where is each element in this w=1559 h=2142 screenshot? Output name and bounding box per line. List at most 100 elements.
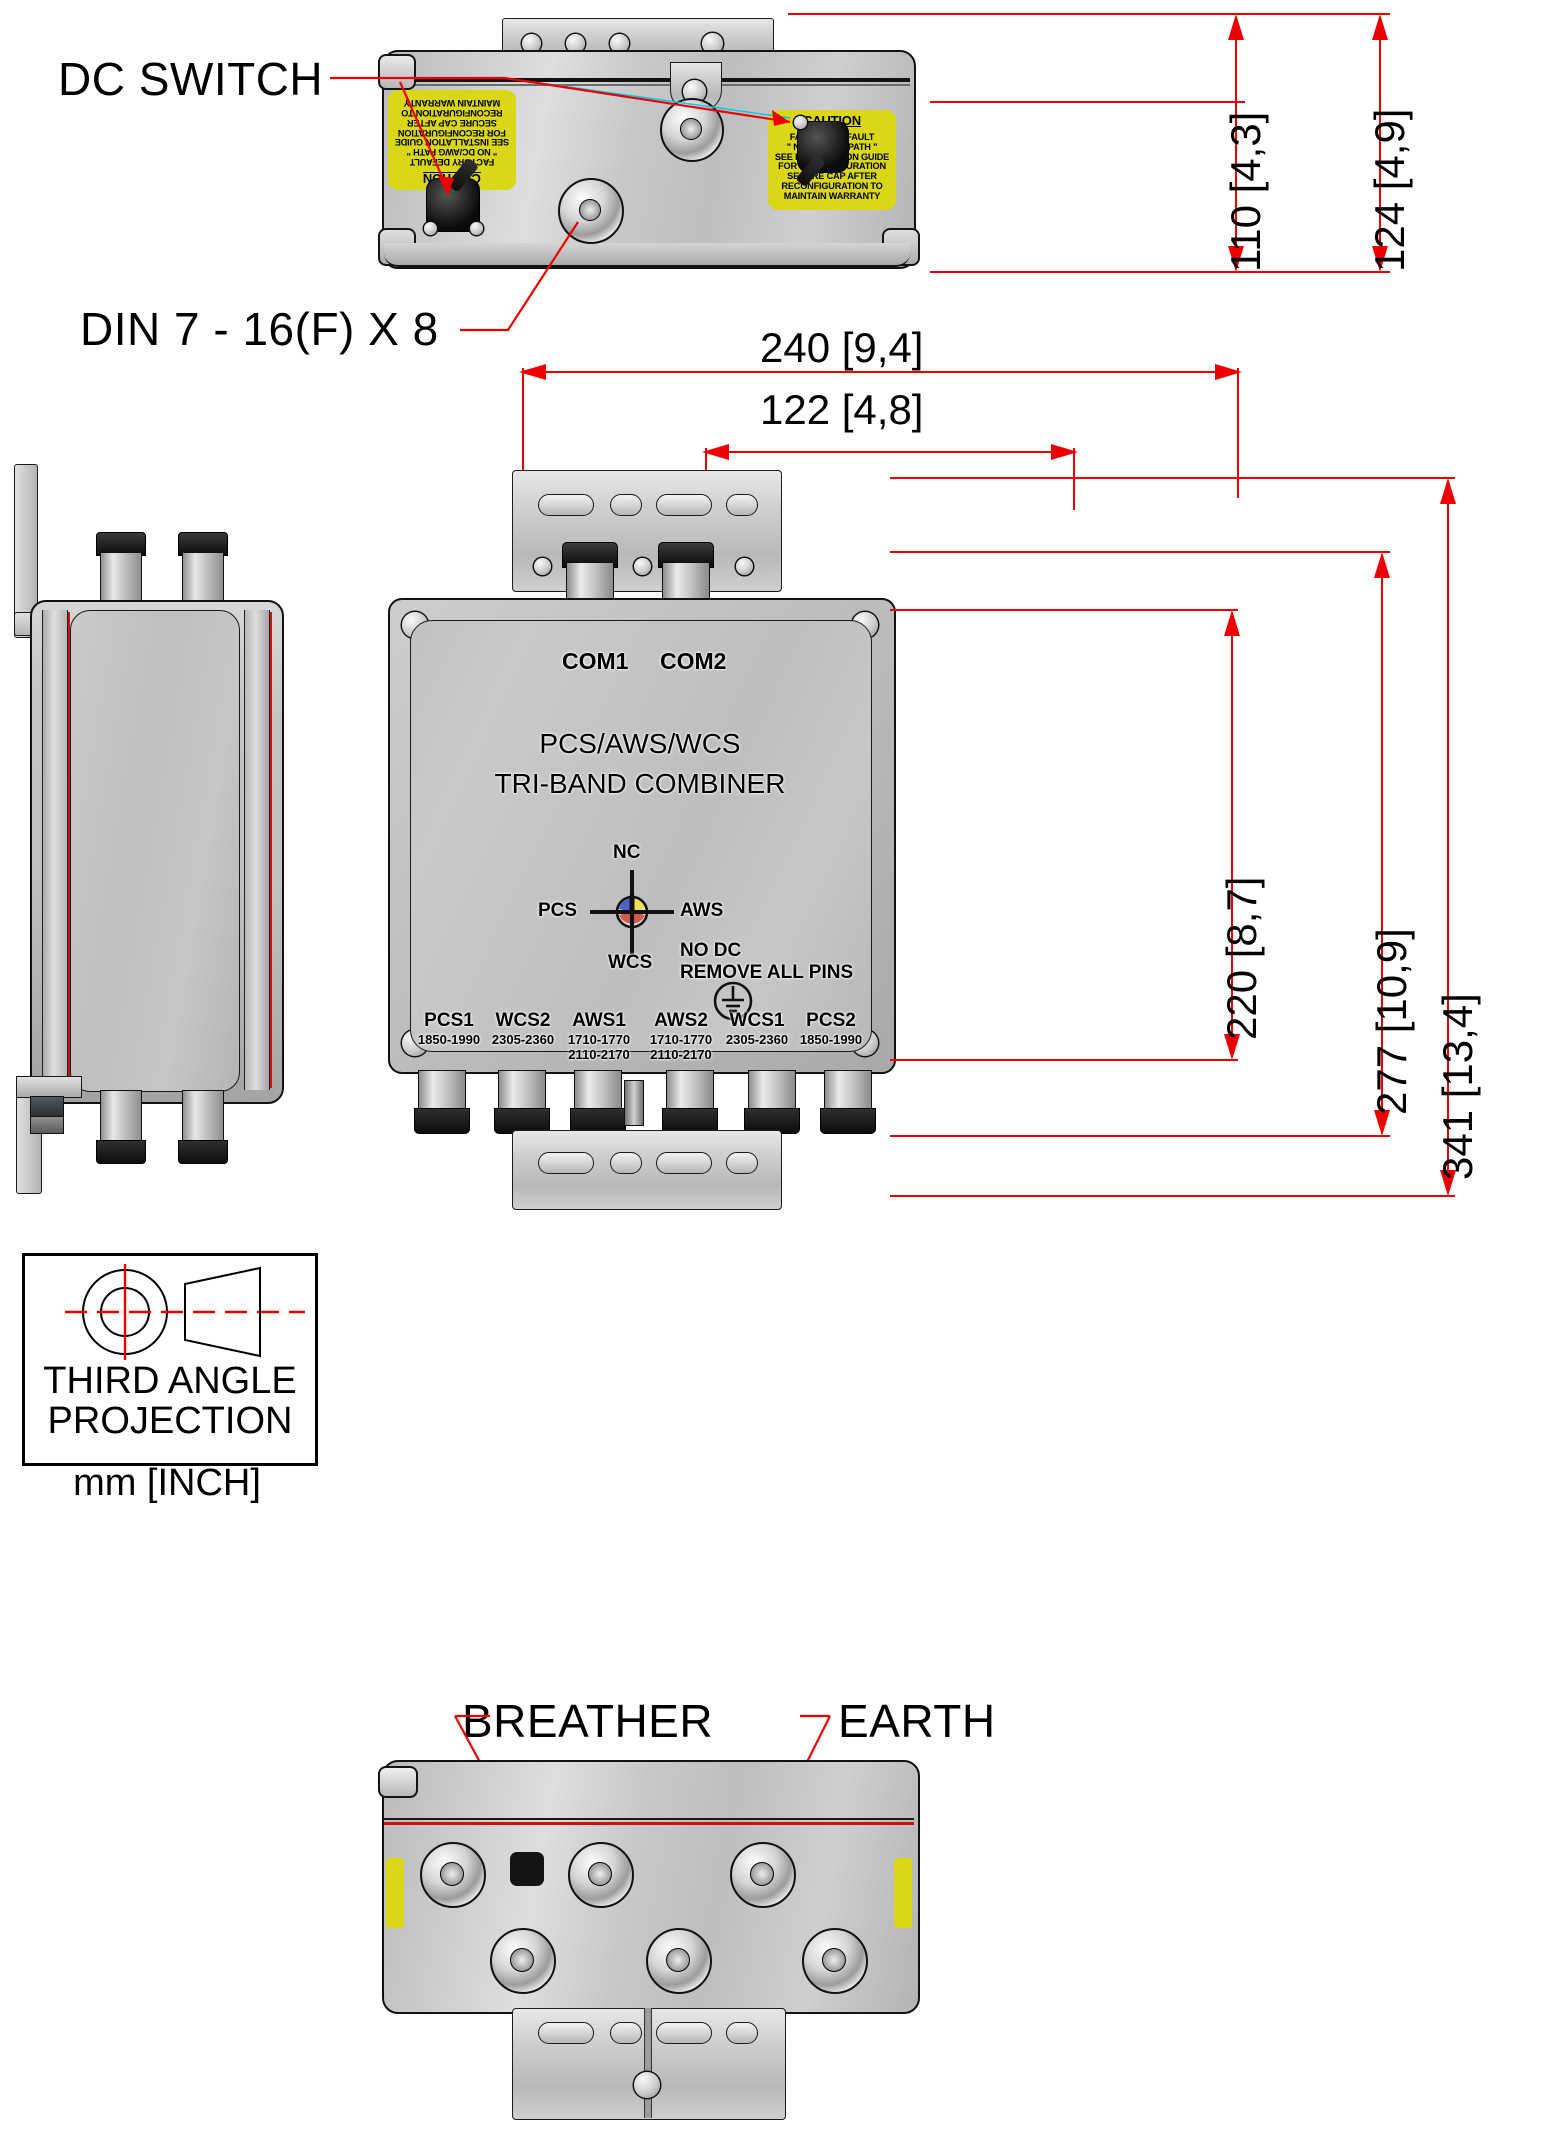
earth-stud: [624, 1080, 644, 1126]
bracket-slot: [610, 2022, 642, 2044]
port-freq2: 2110-2170: [568, 1047, 630, 1062]
side-connector-bottom-1: [96, 1140, 146, 1164]
third-angle-projection-box: THIRD ANGLE PROJECTION: [22, 1253, 318, 1466]
bottom-din-core: [750, 1862, 774, 1886]
caution-line: MAINTAIN WARRANTY: [403, 98, 501, 109]
bracket-center-rib: [644, 2008, 652, 2118]
side-view-bolt: [30, 1096, 64, 1118]
side-view-rib-left: [42, 610, 68, 1090]
port-label: AWS2 1710-1770 2110-2170: [642, 1010, 720, 1062]
bracket-slot: [656, 494, 712, 516]
port-freq1: 1710-1770: [649, 1032, 713, 1047]
bracket-slot: [726, 494, 758, 516]
side-view-body-face: [70, 610, 240, 1092]
bottom-view: [372, 1760, 932, 2130]
product-name-line2: TRI-BAND COMBINER: [494, 768, 786, 799]
bottom-din-core: [440, 1862, 464, 1886]
caution-line: FOR RECONFIGURATION: [398, 127, 506, 138]
side-connector-bottom-1-body: [100, 1090, 142, 1144]
enclosure-top-edge-line2: [384, 84, 910, 86]
projection-title-line2: PROJECTION: [47, 1399, 293, 1442]
rotary-switch-arm-horizontal: [590, 910, 674, 914]
port-name: PCS1: [424, 1010, 474, 1031]
bottom-view-left-tab: [378, 1766, 418, 1798]
front-panel-face: [410, 620, 872, 1052]
dim-front-width-outer: 240 [9,4]: [760, 324, 924, 371]
bottom-din-core: [510, 1948, 534, 1972]
port-freq1: 1710-1770: [567, 1032, 631, 1047]
port-freq1: 1850-1990: [417, 1032, 481, 1047]
breather-plug: [510, 1852, 544, 1886]
bracket-slot: [610, 1152, 642, 1174]
bracket-slot: [656, 2022, 712, 2044]
bottom-view-edge-line2: [384, 1818, 914, 1820]
side-view-red-edge2: [270, 612, 272, 1088]
side-view-bolt-2: [30, 1116, 64, 1134]
rotary-label-aws: AWS: [680, 900, 724, 921]
enclosure-left-tab: [378, 54, 416, 90]
bottom-connector-cap: [820, 1108, 876, 1134]
side-connector-top-1-body: [100, 552, 142, 606]
port-freq2: 2110-2170: [650, 1047, 712, 1062]
bottom-view-label-right: [894, 1858, 912, 1928]
bracket-slot: [726, 1152, 758, 1174]
product-name-line1: PCS/AWS/WCS: [539, 728, 741, 759]
side-view-rib-right: [244, 610, 270, 1090]
top-view: CAUTION FACTORY DEFAULT " NO DC/AWG PATH…: [370, 18, 930, 283]
caution-line: " NO DC/AWG PATH ": [406, 147, 498, 158]
dim-front-width-inner: 122 [4,8]: [760, 386, 924, 433]
enclosure-bottom-lip: [384, 243, 910, 267]
bottom-din-core: [822, 1948, 846, 1972]
dim-top-height-outer: 124 [4,9]: [1366, 108, 1413, 272]
bracket-slot: [726, 2022, 758, 2044]
din-connector-callout-label: DIN 7 - 16(F) X 8: [80, 303, 439, 355]
earth-callout-label: EARTH: [838, 1695, 996, 1747]
projection-title-line1: THIRD ANGLE: [43, 1360, 297, 1402]
rotary-label-wcs: WCS: [608, 952, 653, 973]
bottom-connector-cap: [414, 1108, 470, 1134]
side-view-lower-bracket-arm: [16, 1076, 82, 1098]
port-label: PCS2 1850-1990: [792, 1010, 870, 1047]
bracket-hole: [534, 558, 551, 575]
caution-line: MAINTAIN WARRANTY: [783, 190, 881, 201]
bracket-hole: [736, 558, 753, 575]
port-freq1: 2305-2360: [725, 1032, 789, 1047]
rotary-note-line2: REMOVE ALL PINS: [680, 962, 854, 983]
dim-front-height-mid: 277 [10,9]: [1368, 928, 1415, 1115]
caution-line: FACTORY DEFAULT: [409, 157, 495, 167]
port-freq1: 2305-2360: [491, 1032, 555, 1047]
port-label: WCS1 2305-2360: [718, 1010, 796, 1047]
port-label: WCS2 2305-2360: [484, 1010, 562, 1047]
rotary-label-nc: NC: [613, 842, 641, 863]
port-name: WCS1: [729, 1010, 785, 1031]
dim-top-height-inner: 110 [4,3]: [1222, 111, 1269, 272]
din-connector-top-center-core: [680, 118, 702, 140]
side-view: [8, 460, 308, 1200]
port-name: WCS2: [495, 1010, 551, 1031]
dc-switch-left-screw: [424, 222, 437, 235]
bottom-din-core: [588, 1862, 612, 1886]
units-note: mm [INCH]: [73, 1462, 261, 1504]
caution-label-left: CAUTION FACTORY DEFAULT " NO DC/AWG PATH…: [388, 90, 516, 190]
port-label: AWS1 1710-1770 2110-2170: [560, 1010, 638, 1062]
front-view: COM1 COM2 PCS/AWS/WCS TRI-BAND COMBINER …: [388, 470, 1240, 1210]
side-connector-bottom-2-body: [182, 1090, 224, 1144]
bottom-view-label-left: [386, 1858, 404, 1928]
port-name: AWS1: [572, 1010, 626, 1031]
side-connector-top-2-body: [182, 552, 224, 606]
dim-front-height-body: 220 [8,7]: [1218, 876, 1265, 1040]
third-angle-symbol-icon: [65, 1264, 305, 1360]
bottom-view-edge-line: [384, 1822, 914, 1825]
bracket-slot: [610, 494, 642, 516]
breather-callout-label: BREATHER: [462, 1695, 714, 1747]
bracket-slot: [656, 1152, 712, 1174]
port-label: PCS1 1850-1990: [410, 1010, 488, 1047]
rotary-label-pcs: PCS: [538, 900, 578, 921]
side-view-red-edge: [68, 612, 70, 1088]
port-name: AWS2: [654, 1010, 708, 1031]
com1-label: COM1: [562, 648, 629, 674]
dim-front-height-total: 341 [13,4]: [1434, 993, 1481, 1180]
din-connector-top-mid-core: [579, 199, 601, 221]
dc-switch-right-screw: [794, 116, 807, 129]
earth-screw[interactable]: [634, 2072, 660, 2098]
